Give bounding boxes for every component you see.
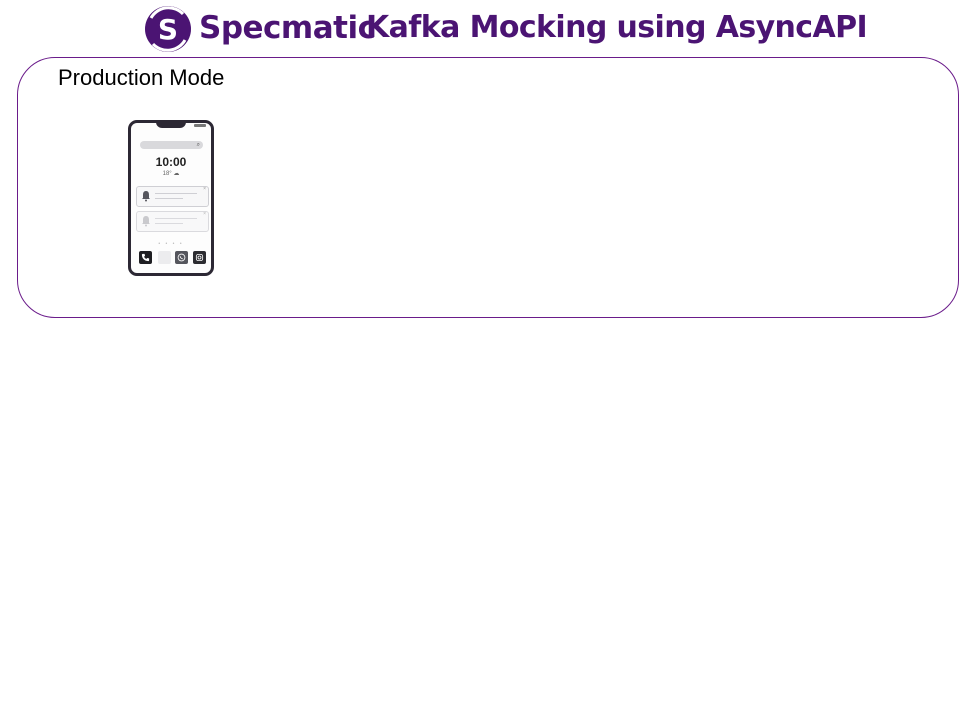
close-icon: ×	[203, 211, 206, 217]
search-icon: ⌕	[196, 142, 200, 148]
notification-card: ×	[136, 186, 209, 207]
instagram-icon	[193, 251, 206, 264]
notification-text-line	[155, 223, 183, 224]
slide-title: Kafka Mocking using AsyncAPI	[366, 10, 868, 45]
panel-label: Production Mode	[58, 65, 225, 90]
specmatic-logo-icon: S	[145, 6, 191, 52]
phone-notch	[156, 122, 186, 128]
production-mode-panel: Production Mode ⌕ 10:00 18° ☁ × × • • • …	[17, 57, 959, 318]
bell-icon	[142, 191, 150, 202]
phone-weather: 18° ☁	[162, 171, 180, 177]
status-bar-icon	[194, 124, 206, 127]
notification-text-line	[155, 198, 183, 199]
page-indicator-dots: • • • •	[158, 241, 184, 247]
notification-text-line	[155, 193, 197, 194]
notification-card: ×	[136, 211, 209, 232]
whatsapp-icon	[175, 251, 188, 264]
slide-header: S Specmatic Kafka Mocking using AsyncAPI	[0, 0, 975, 56]
brand-name: Specmatic	[199, 10, 376, 46]
notification-text-line	[155, 218, 197, 219]
phone-search-bar: ⌕	[140, 141, 203, 149]
phone-clock: 10:00	[155, 155, 187, 169]
mobile-phone-illustration: ⌕ 10:00 18° ☁ × × • • • •	[128, 120, 214, 276]
close-icon: ×	[203, 186, 206, 192]
svg-text:S: S	[158, 13, 178, 46]
blank-app-icon	[158, 251, 171, 264]
bell-icon	[142, 216, 150, 227]
phone-icon	[139, 251, 152, 264]
